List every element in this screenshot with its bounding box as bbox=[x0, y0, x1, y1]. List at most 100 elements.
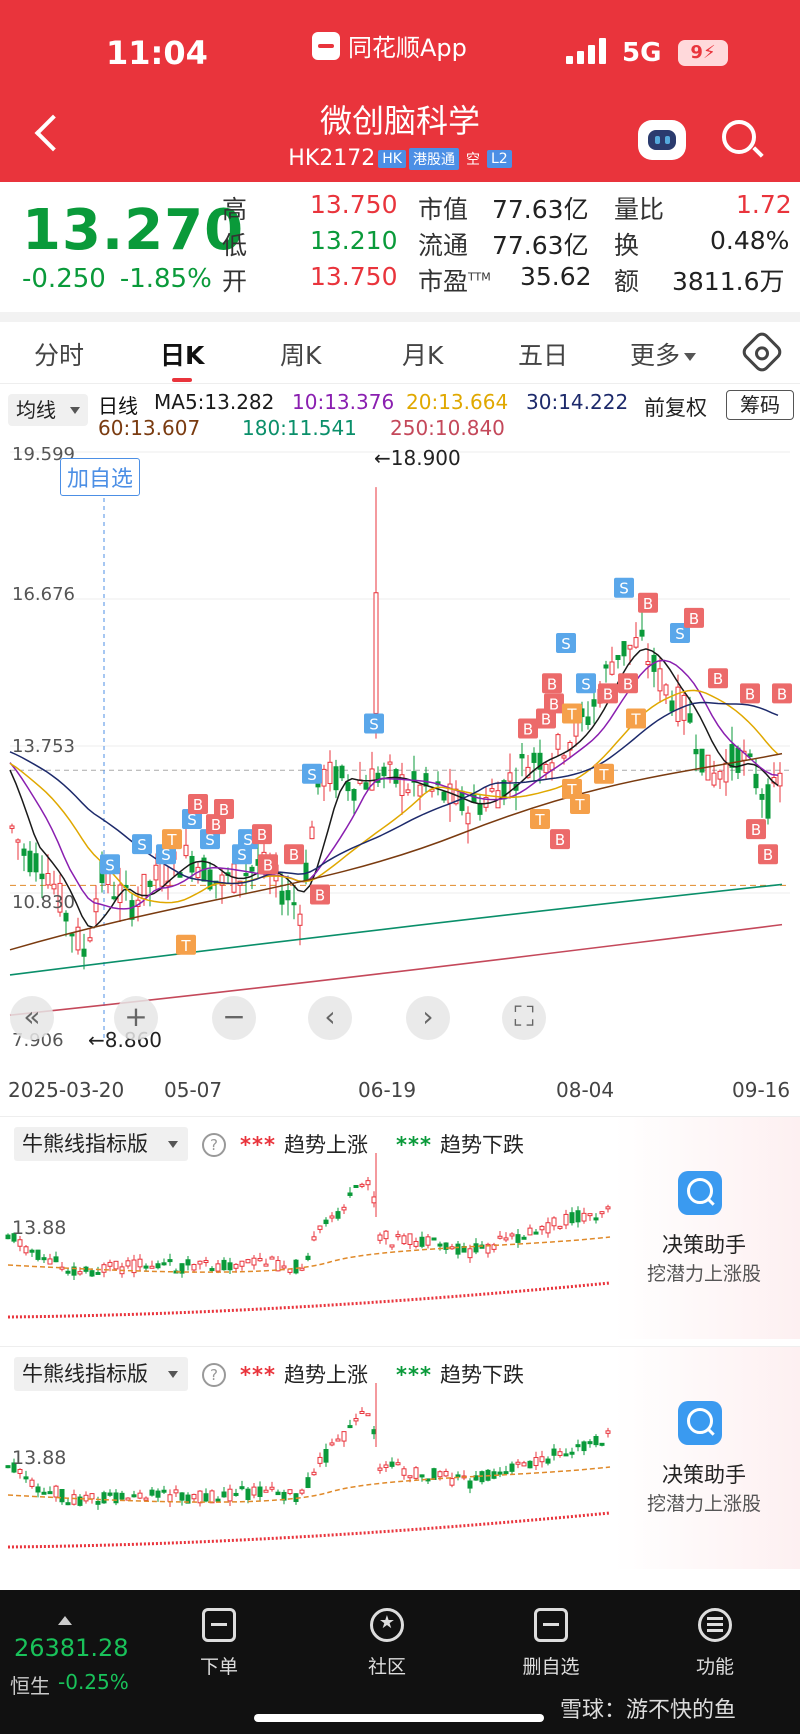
mini-candle-body bbox=[305, 1255, 311, 1260]
chevron-right-icon[interactable]: › bbox=[406, 996, 450, 1040]
mini-candle-body bbox=[203, 1493, 209, 1502]
tag-l2: L2 bbox=[486, 150, 512, 168]
mini-candle-body bbox=[341, 1206, 347, 1211]
add-watchlist-button[interactable]: 加自选 bbox=[60, 458, 141, 496]
expand-up-icon[interactable] bbox=[58, 1616, 72, 1625]
battery-icon: 9⚡ bbox=[678, 40, 728, 66]
candle-body bbox=[489, 788, 495, 792]
mini-candle-body bbox=[575, 1210, 581, 1223]
nav-functions[interactable]: 功能 bbox=[660, 1608, 770, 1679]
mini-candle-body bbox=[437, 1243, 443, 1247]
ma30-value: 30:14.222 bbox=[526, 390, 629, 414]
mini-candle-body bbox=[419, 1236, 425, 1247]
decision-assistant[interactable]: 决策助手 挖潜力上涨股 bbox=[614, 1117, 800, 1339]
mini-candle-body bbox=[347, 1425, 353, 1429]
mini-candle-body bbox=[29, 1479, 35, 1487]
mini-candle-body bbox=[539, 1225, 545, 1231]
tab-monthly-k[interactable]: 月K bbox=[402, 336, 443, 372]
signal-marker-label: B bbox=[643, 595, 653, 613]
bull-bear-line bbox=[7, 1281, 611, 1319]
mini-candle-body bbox=[155, 1490, 161, 1498]
mini-candle-body bbox=[227, 1488, 233, 1502]
mini-candle-body bbox=[515, 1461, 521, 1465]
mini-candle-body bbox=[197, 1260, 203, 1265]
candle-body bbox=[39, 873, 45, 880]
candle-body bbox=[531, 752, 537, 763]
nav-order[interactable]: 下单 bbox=[164, 1608, 274, 1679]
adjust-mode[interactable]: 前复权 bbox=[644, 392, 707, 422]
mini-candle-body bbox=[377, 1234, 383, 1241]
candle-body bbox=[585, 716, 591, 725]
ma5-value: MA5:13.282 bbox=[154, 390, 275, 414]
mini-candle-body bbox=[149, 1265, 155, 1269]
mini-candle-body bbox=[365, 1180, 371, 1186]
mini-candle-body bbox=[497, 1235, 503, 1239]
mini-candle-body bbox=[149, 1489, 155, 1496]
ma-selector[interactable]: 均线 bbox=[8, 394, 88, 426]
mini-candle-body bbox=[407, 1233, 413, 1245]
mini-candle-body bbox=[59, 1488, 65, 1503]
mini-candle-body bbox=[107, 1261, 113, 1267]
search-icon[interactable] bbox=[722, 120, 756, 154]
candle-body bbox=[633, 637, 639, 648]
signal-marker-label: B bbox=[555, 831, 565, 849]
candle-body bbox=[735, 747, 741, 773]
mini-candle-body bbox=[17, 1239, 23, 1247]
app-logo-icon bbox=[312, 31, 340, 60]
mini-candle-body bbox=[47, 1258, 53, 1265]
mini-candle-body bbox=[557, 1451, 563, 1456]
tag-short: 空 bbox=[465, 152, 480, 168]
assistant-title: 决策助手 bbox=[662, 1233, 746, 1257]
mini-candle-body bbox=[497, 1471, 503, 1475]
amount-value: 3811.6万 bbox=[672, 267, 785, 296]
ma10-line bbox=[9, 659, 779, 910]
index-value[interactable]: 26381.28 bbox=[14, 1634, 129, 1662]
mini-candle-body bbox=[311, 1236, 317, 1241]
candle-body bbox=[405, 789, 411, 794]
candle-body bbox=[27, 850, 33, 873]
fullscreen-icon[interactable]: ⛶ bbox=[502, 996, 546, 1040]
mini-candle-body bbox=[359, 1183, 365, 1187]
mini-candle-body bbox=[257, 1486, 263, 1497]
mini-candle-body bbox=[401, 1235, 407, 1245]
nav-remove-watchlist[interactable]: 删自选 bbox=[496, 1608, 606, 1679]
mini-candle-body bbox=[425, 1236, 431, 1246]
mini-candle-body bbox=[299, 1489, 305, 1494]
mini-candle-body bbox=[185, 1259, 191, 1266]
rewind-icon[interactable]: « bbox=[10, 996, 54, 1040]
kline-chart[interactable]: SSSTSBSBBSSBBBTSBSBBBBSSBBSBSBBBBTTTTTTB… bbox=[0, 440, 800, 1102]
mini-candle-body bbox=[377, 1467, 383, 1471]
mini-candle-body bbox=[395, 1234, 401, 1238]
candle-body bbox=[249, 866, 255, 872]
tab-weekly-k[interactable]: 周K bbox=[280, 336, 321, 372]
chips-button[interactable]: 筹码 bbox=[726, 390, 794, 420]
mini-candle-body bbox=[5, 1465, 11, 1469]
mini-candle-body bbox=[305, 1477, 311, 1488]
zoom-in-icon[interactable]: + bbox=[114, 996, 158, 1040]
home-indicator bbox=[254, 1714, 544, 1722]
nav-community[interactable]: 社区 bbox=[332, 1608, 442, 1679]
mini-candle-body bbox=[29, 1249, 35, 1253]
tab-more[interactable]: 更多 bbox=[630, 336, 697, 372]
chevron-left-icon[interactable]: ‹ bbox=[308, 996, 352, 1040]
mini-candle-body bbox=[155, 1263, 161, 1269]
mini-candle-body bbox=[413, 1241, 419, 1247]
tab-daily-k[interactable]: 日K bbox=[160, 336, 204, 382]
robot-assistant-icon[interactable] bbox=[638, 120, 686, 160]
candle-body bbox=[687, 713, 693, 723]
candle-body bbox=[543, 763, 549, 774]
mini-candle-body bbox=[521, 1236, 527, 1240]
zoom-out-icon[interactable]: − bbox=[212, 996, 256, 1040]
mini-candle-body bbox=[269, 1256, 275, 1260]
mini-candle-body bbox=[599, 1442, 605, 1446]
signal-marker-label: B bbox=[713, 670, 723, 688]
mini-candle-body bbox=[413, 1467, 419, 1479]
candle-body bbox=[717, 770, 723, 780]
tab-five-day[interactable]: 五日 bbox=[518, 336, 568, 372]
mini-candle-body bbox=[35, 1249, 41, 1260]
decision-assistant[interactable]: 决策助手 挖潜力上涨股 bbox=[614, 1347, 800, 1569]
x-date-label: 05-07 bbox=[164, 1078, 223, 1102]
signal-marker-label: S bbox=[243, 831, 253, 849]
source-app: 同花顺App bbox=[312, 28, 467, 63]
tab-intraday[interactable]: 分时 bbox=[34, 336, 84, 372]
